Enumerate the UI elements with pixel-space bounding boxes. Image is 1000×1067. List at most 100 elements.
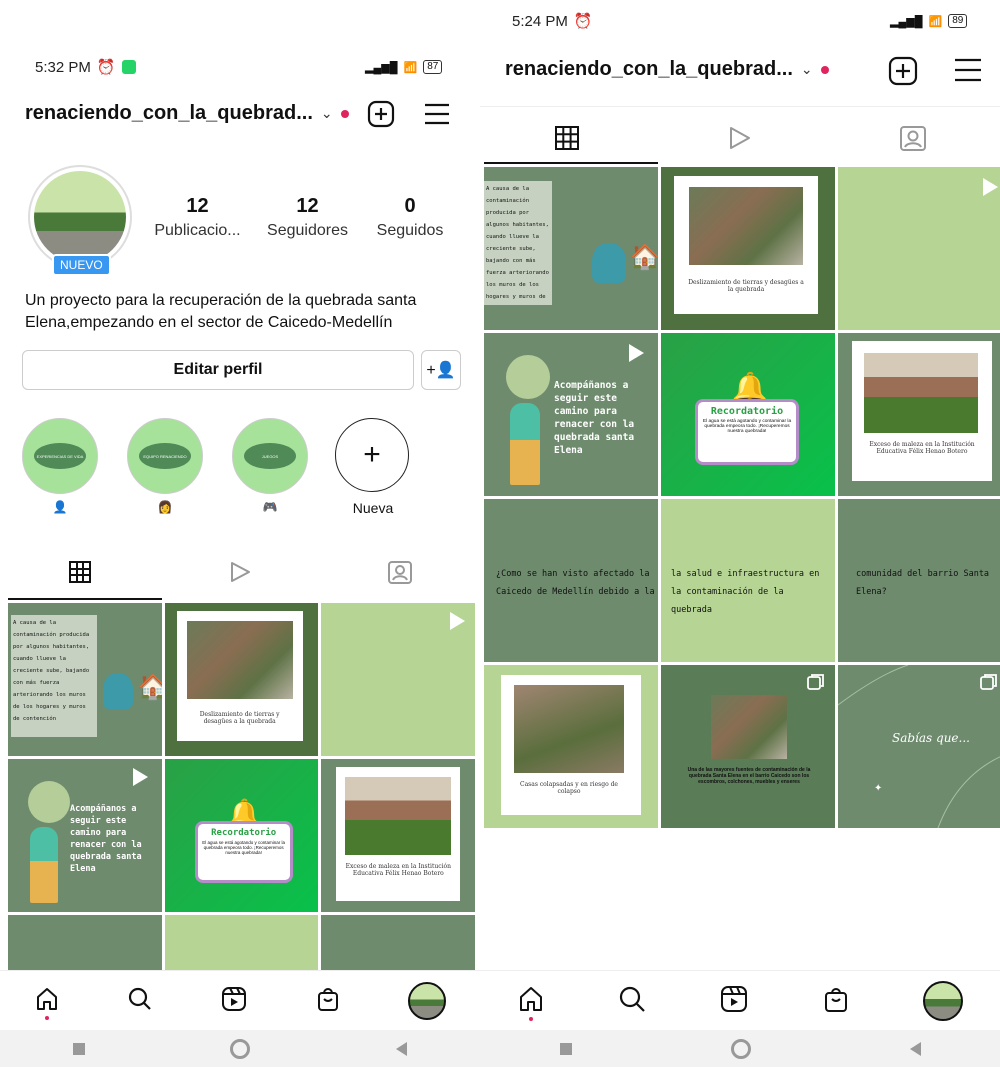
wifi-icon: 📶 [403,61,418,74]
shop-icon[interactable] [822,985,850,1018]
post-headline: Acompáñanos a seguir este camino para re… [70,804,142,874]
tab-reels[interactable] [653,115,826,160]
edit-profile-button[interactable]: Editar perfil [22,350,414,390]
carousel-icon [807,674,824,690]
post-acompananos[interactable]: Acompáñanos a seguir este camino para re… [8,759,162,912]
search-icon[interactable] [127,986,153,1017]
status-time: 5:24 PM [512,12,568,30]
woman-icon: 👩 [157,500,173,514]
sabias-que-text: Sabías que... [892,731,970,745]
post-maleza[interactable]: Exceso de maleza en la Institución Educa… [321,759,475,912]
post-contaminacion[interactable]: A causa de la contaminación producida po… [484,167,658,330]
stat-label: Seguidos [376,222,444,239]
status-bar-left: 5:32 PM ⏰ [35,58,136,76]
profile-avatar-icon[interactable] [408,982,447,1020]
stat-posts[interactable]: 12 Publicacio... [150,195,245,240]
house-icon: 🏠 [630,244,658,271]
profile-avatar-icon[interactable] [923,981,964,1021]
profile-header: renaciendo_con_la_quebrad... ⌄ [505,58,829,81]
post-text: A causa de la contaminación producida po… [484,181,552,305]
reels-icon[interactable] [221,986,247,1017]
reel-indicator-icon [983,178,998,196]
post-recordatorio[interactable]: 🔔 Recordatorio El agua se está agotando … [164,759,319,912]
tagged-icon [388,561,412,584]
post-q3[interactable] [321,915,475,975]
question-text: ¿Como se han visto afectado la Caicedo d… [496,569,655,597]
question-text: la salud e infraestructura en la contami… [671,569,820,615]
post-maleza[interactable]: Exceso de maleza en la Institución Educa… [838,333,1000,496]
post-sabias[interactable]: Sabías que... ✦ [838,665,1000,828]
menu-button[interactable] [954,58,982,87]
create-post-button[interactable] [888,56,918,91]
reminder-card: Recordatorio El agua se está agotando y … [194,821,293,883]
reminder-title: Recordatorio [710,406,784,417]
post-q2[interactable] [164,915,319,975]
stat-followers[interactable]: 12 Seguidores [260,195,355,240]
post-casas[interactable]: Casas colapsadas y en riesgo de colapso [484,665,658,828]
post-reel-1[interactable] [838,167,1000,330]
post-recordatorio[interactable]: 🔔 Recordatorio El agua se está agotando … [661,333,835,496]
tab-tagged[interactable] [827,115,1000,160]
stat-following[interactable]: 0 Seguidos [370,195,450,240]
post-fuentes[interactable]: Una de las mayores fuentes de contaminac… [661,665,835,828]
post-q1[interactable] [8,915,162,975]
username[interactable]: renaciendo_con_la_quebrad... [25,102,313,125]
signal-icon: ▂▄▆█ [365,61,398,74]
tab-reels[interactable] [160,552,320,592]
status-icons: ▂▄▆█ 📶 87 [365,60,443,74]
username[interactable]: renaciendo_con_la_quebrad... [505,58,793,81]
stat-value: 12 [186,195,209,217]
signal-icon: ▂▄▆█ [890,15,923,28]
highlight-1[interactable]: EXPERIENCIAS DE VIDA 👤 [22,418,98,514]
whatsapp-icon [121,60,136,74]
photo-caption: Exceso de maleza en la Institución Educa… [345,863,451,877]
tab-tagged[interactable] [320,552,480,592]
create-post-button[interactable] [367,100,395,133]
recents-button[interactable] [72,1042,85,1055]
post-question-1[interactable]: ¿Como se han visto afectado la Caicedo d… [484,499,658,662]
chevron-down-icon[interactable]: ⌄ [801,61,813,78]
question-text: comunidad del barrio Santa Elena? [856,569,990,597]
glow-decoration [28,781,70,823]
post-acompananos[interactable]: Acompáñanos a seguir este camino para re… [484,333,658,496]
post-reel-1[interactable] [321,603,475,756]
new-highlight-button[interactable]: + Nueva [335,418,411,516]
home-icon[interactable] [517,985,545,1021]
menu-button[interactable] [424,103,450,130]
post-question-2[interactable]: la salud e infraestructura en la contami… [661,499,835,662]
highlight-3[interactable]: JUEGOS 🎮 [232,418,308,514]
post-question-3[interactable]: comunidad del barrio Santa Elena? [838,499,1000,662]
landslide-photo [689,187,803,265]
photo-caption: Exceso de maleza en la Institución Educa… [869,441,975,455]
tab-grid[interactable] [0,552,160,592]
shop-icon[interactable] [315,986,341,1017]
post-headline: Acompáñanos a seguir este camino para re… [554,380,635,456]
right-phone-screen: 5:24 PM ⏰ ▂▄▆█ 📶 89 renaciendo_con_la_qu… [480,0,1000,1067]
header-divider [480,106,1000,107]
bottom-nav [480,970,1000,1031]
discover-people-button[interactable]: +👤 [421,350,461,390]
home-system-button[interactable] [730,1038,751,1059]
post-deslizamiento[interactable]: Deslizamiento de tierras y desagües a la… [661,167,835,330]
tab-grid[interactable] [480,115,653,160]
play-icon [729,126,750,149]
school-photo [345,777,452,855]
notification-dot [820,65,829,74]
search-icon[interactable] [618,985,646,1018]
post-contaminacion[interactable]: A causa de la contaminación producida po… [8,603,162,756]
back-button[interactable] [909,1041,921,1056]
hamburger-icon [425,103,449,125]
home-icon[interactable] [34,986,60,1020]
highlight-2[interactable]: EQUIPO RENACIENDO 👩 [127,418,203,514]
post-deslizamiento[interactable]: Deslizamiento de tierras y desagües a la… [164,603,319,756]
hamburger-icon [955,58,981,82]
back-button[interactable] [396,1041,408,1056]
chevron-down-icon[interactable]: ⌄ [321,105,333,122]
reels-icon[interactable] [720,985,748,1018]
stat-label: Seguidores [267,222,348,239]
highlight-cover: EQUIPO RENACIENDO [139,443,191,469]
recents-button[interactable] [559,1042,572,1055]
home-system-button[interactable] [230,1038,251,1059]
highlight-cover: JUEGOS [244,443,296,469]
new-badge: NUEVO [52,254,111,276]
